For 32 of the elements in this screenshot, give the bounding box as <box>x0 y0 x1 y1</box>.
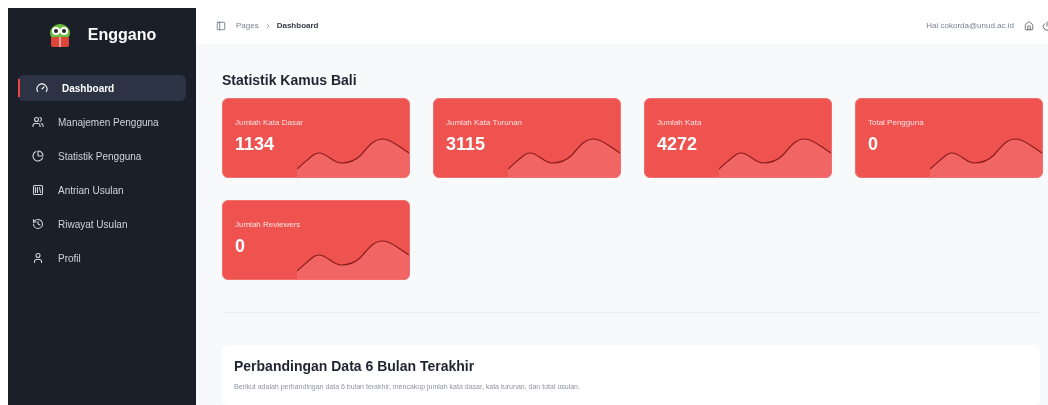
stat-label: Jumlah Kata <box>657 119 703 127</box>
sidebar-item[interactable]: Antrian Usulan <box>18 177 186 203</box>
sidebar-item[interactable]: Manajemen Pengguna <box>18 109 186 135</box>
owl-logo-icon <box>47 22 72 48</box>
sidebar-item[interactable]: Dashboard <box>18 75 186 101</box>
stat-value: 1134 <box>235 135 276 153</box>
section-title: Statistik Kamus Bali <box>222 73 358 87</box>
stat-label: Jumlah Reviewers <box>235 221 302 229</box>
pie-chart-icon <box>32 150 44 162</box>
user-icon <box>32 252 44 264</box>
stat-label: Jumlah Kata Dasar <box>235 119 305 127</box>
stat-value: 3115 <box>446 135 487 153</box>
history-icon <box>32 218 44 230</box>
stat-label: Jumlah Kata Turunan <box>446 119 524 127</box>
user-greeting: Hai cokorda@unud.ac.id <box>926 20 1014 32</box>
home-icon[interactable] <box>1024 21 1034 31</box>
brand-name: Enggano <box>87 25 157 45</box>
gauge-icon <box>36 82 48 94</box>
list-icon <box>32 184 44 196</box>
stat-value: 4272 <box>657 135 699 153</box>
stat-label: Total Pengguna <box>868 119 925 127</box>
sidebar-item[interactable]: Statistik Pengguna <box>18 143 186 169</box>
stat-value: 0 <box>868 135 879 153</box>
breadcrumb-current: Dashboard <box>276 20 319 32</box>
sidebar-toggle-icon[interactable] <box>216 21 226 31</box>
sidebar-item[interactable]: Riwayat Usulan <box>18 211 186 237</box>
comparison-title: Perbandingan Data 6 Bulan Terakhir <box>234 359 476 373</box>
stat-value: 0 <box>235 237 246 255</box>
sidebar-item[interactable]: Profil <box>18 245 186 271</box>
breadcrumb-link[interactable]: Pages <box>236 20 259 32</box>
users-icon <box>32 116 44 128</box>
active-indicator <box>18 79 20 97</box>
